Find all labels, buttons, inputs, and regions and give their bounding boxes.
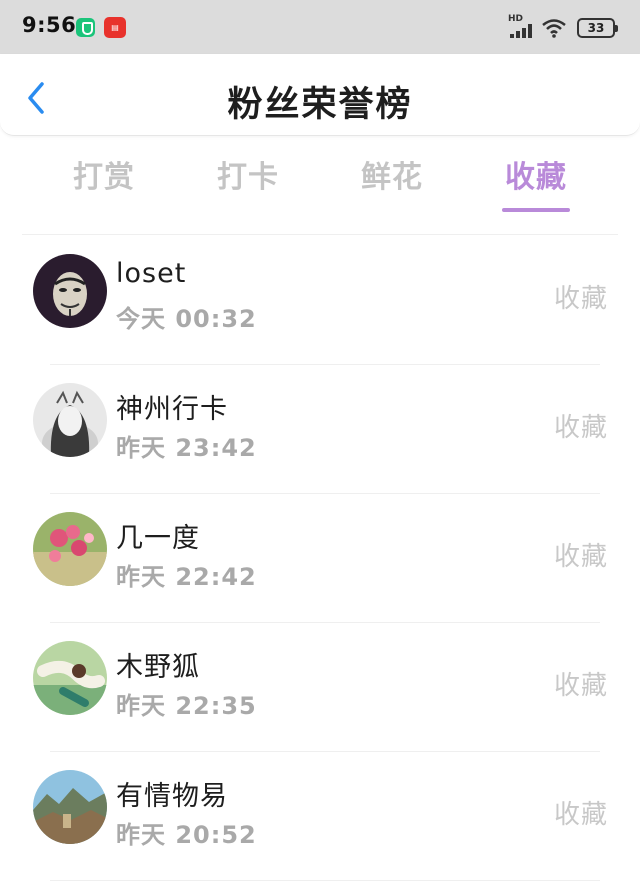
action-label: 收藏 <box>553 800 608 830</box>
avatar[interactable] <box>33 383 107 457</box>
tabs-divider <box>22 234 618 235</box>
tab-flowers[interactable]: 鲜花 <box>320 152 464 196</box>
avatar[interactable] <box>33 641 107 715</box>
avatar[interactable] <box>33 254 107 328</box>
news-app-notification-icon: ▤ <box>104 17 126 38</box>
user-time: 昨天 22:35 <box>116 692 257 720</box>
status-bar: 9:56 ▤ HD 33 <box>0 0 640 54</box>
page-title: 粉丝荣誉榜 <box>227 85 413 125</box>
tab-bar: 打赏 打卡 鲜花 收藏 <box>32 152 608 216</box>
user-time: 昨天 20:52 <box>116 821 257 849</box>
tab-tips[interactable]: 打赏 <box>32 152 176 196</box>
action-label: 收藏 <box>553 542 608 572</box>
active-tab-indicator <box>502 208 570 212</box>
list-item[interactable]: 木野狐 昨天 22:35 收藏 <box>0 623 640 752</box>
hd-label: HD <box>508 14 524 24</box>
list-item[interactable]: 几一度 昨天 22:42 收藏 <box>0 494 640 623</box>
action-label: 收藏 <box>553 671 608 701</box>
user-time: 昨天 23:42 <box>116 434 257 462</box>
list-item[interactable]: 有情物易 昨天 20:52 收藏 <box>0 752 640 881</box>
list-item[interactable]: 神州行卡 昨天 23:42 收藏 <box>0 365 640 494</box>
action-label: 收藏 <box>553 413 608 443</box>
user-name: loset <box>116 258 187 289</box>
wifi-icon <box>541 18 567 38</box>
action-label: 收藏 <box>553 284 608 314</box>
user-name: 有情物易 <box>116 781 228 812</box>
user-name: 神州行卡 <box>116 394 228 425</box>
battery-icon: 33 <box>577 18 618 38</box>
user-name: 几一度 <box>116 523 200 554</box>
list-item[interactable]: loset 今天 00:32 收藏 <box>0 236 640 365</box>
avatar[interactable] <box>33 770 107 844</box>
tab-favorites[interactable]: 收藏 <box>464 152 608 196</box>
user-name: 木野狐 <box>116 652 200 683</box>
status-time: 9:56 <box>22 13 77 37</box>
header: 粉丝荣誉榜 <box>0 54 640 136</box>
tab-checkin[interactable]: 打卡 <box>176 152 320 196</box>
user-time: 昨天 22:42 <box>116 563 257 591</box>
fan-list: loset 今天 00:32 收藏 神州行卡 昨天 23:42 收藏 几一度 昨… <box>0 236 640 881</box>
app-notification-icon <box>76 18 95 37</box>
signal-icon <box>510 24 534 38</box>
user-time: 今天 00:32 <box>116 305 257 333</box>
avatar[interactable] <box>33 512 107 586</box>
